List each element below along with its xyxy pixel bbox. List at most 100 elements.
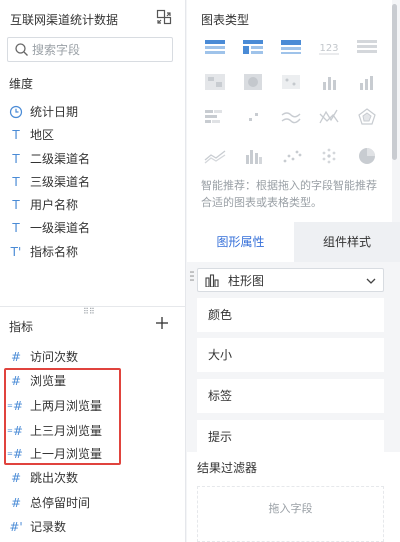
property-label: 标签: [208, 389, 233, 403]
dimension-item[interactable]: T 地区: [8, 124, 168, 146]
dimension-item[interactable]: T 二级渠道名: [8, 148, 168, 170]
hash-icon: #: [10, 496, 22, 510]
column-chart-icon[interactable]: [353, 71, 381, 93]
metrics-header: 指标: [9, 320, 34, 334]
chart-type-title: 图表类型: [201, 13, 250, 27]
hash-icon: #: [10, 471, 22, 485]
dimension-label: 指标名称: [30, 245, 79, 259]
dimension-label: 三级渠道名: [30, 175, 91, 189]
dataset-title: 互联网渠道统计数据: [10, 13, 119, 27]
bar-chart-icon: [205, 274, 219, 287]
map-point-icon[interactable]: [277, 71, 305, 93]
line-chart-icon[interactable]: [277, 106, 305, 128]
tab-component-style[interactable]: 组件样式: [294, 222, 400, 262]
dot-scatter-icon[interactable]: [277, 145, 305, 167]
add-metric-icon[interactable]: [154, 315, 170, 331]
metric-label: 上一月浏览量: [30, 447, 103, 461]
hash-compare-icon: =#: [7, 399, 23, 413]
dot-circle-icon[interactable]: [315, 145, 343, 167]
hash-icon: #: [10, 350, 22, 364]
search-icon: [15, 43, 28, 56]
property-tabs: 图形属性 组件样式: [187, 222, 400, 262]
metric-label: 记录数: [30, 520, 67, 534]
map-heat-icon[interactable]: [239, 71, 267, 93]
stacked-bar-icon[interactable]: [201, 106, 229, 128]
search-input[interactable]: [32, 40, 166, 59]
drag-dots-icon[interactable]: [190, 270, 194, 284]
drag-handle-icon[interactable]: ⠿⠿: [83, 308, 95, 316]
result-filter-title: 结果过滤器: [197, 461, 258, 475]
text-type-icon: T: [12, 198, 20, 212]
size-property[interactable]: 大小: [197, 338, 384, 372]
metric-item[interactable]: # 总停留时间: [8, 492, 168, 514]
clock-icon: [8, 104, 24, 123]
property-label: 提示: [208, 430, 233, 444]
text-calc-type-icon: T': [10, 245, 22, 259]
field-panel: 互联网渠道统计数据 维度 统计日期 T 地区 T 二级渠道名 T 三级渠道名 T…: [0, 0, 186, 542]
map-region-icon[interactable]: [201, 71, 229, 93]
table-icon[interactable]: [201, 36, 229, 58]
label-property[interactable]: 标签: [197, 379, 384, 413]
properties-panel: 图表类型 123 智能推荐：根据拖入的字段智能推荐合适的图表或表格类型。 图形属…: [187, 0, 400, 542]
bar-chart-icon[interactable]: [315, 71, 343, 93]
hash-icon: #: [10, 374, 22, 388]
drop-zone-placeholder: 拖入字段: [268, 502, 313, 515]
tab-graph-properties[interactable]: 图形属性: [187, 222, 294, 262]
metric-item[interactable]: =# 上两月浏览量: [7, 395, 168, 417]
dimensions-header: 维度: [9, 77, 34, 91]
dimension-label: 统计日期: [30, 105, 79, 119]
property-label: 颜色: [208, 308, 233, 322]
chart-type-section: 图表类型 123 智能推荐：根据拖入的字段智能推荐合适的图表或表格类型。: [187, 0, 392, 222]
dimension-label: 二级渠道名: [30, 152, 91, 166]
filter-drop-zone[interactable]: 拖入字段: [197, 486, 384, 542]
metric-label: 总停留时间: [30, 496, 91, 510]
pie-chart-icon[interactable]: [353, 145, 381, 167]
detail-list-icon[interactable]: [353, 36, 381, 58]
group-table-icon[interactable]: [277, 36, 305, 58]
dimension-label: 用户名称: [30, 198, 79, 212]
metric-item[interactable]: #' 记录数: [8, 516, 168, 538]
metric-item[interactable]: # 浏览量: [8, 370, 168, 392]
chevron-down-icon: [366, 278, 376, 284]
property-label: 大小: [208, 348, 233, 362]
dimension-label: 地区: [30, 128, 55, 142]
switch-dataset-icon[interactable]: [156, 9, 172, 25]
metric-label: 跳出次数: [30, 471, 79, 485]
grouped-column-icon[interactable]: [239, 145, 267, 167]
metric-label: 浏览量: [30, 374, 67, 388]
svg-text:123: 123: [319, 43, 338, 54]
chart-recommend-hint: 智能推荐：根据拖入的字段智能推荐合适的图表或表格类型。: [201, 179, 377, 209]
text-type-icon: T: [12, 175, 20, 189]
chart-type-select[interactable]: 柱形图: [197, 268, 384, 292]
hash-calc-icon: #': [9, 520, 23, 534]
metric-label: 上两月浏览量: [30, 399, 103, 413]
metric-item[interactable]: =# 上一月浏览量: [7, 443, 168, 465]
hash-compare-icon: =#: [7, 424, 23, 438]
dimension-item[interactable]: T 用户名称: [8, 194, 168, 216]
metric-item[interactable]: # 跳出次数: [8, 467, 168, 489]
kpi-123-icon[interactable]: 123: [315, 36, 343, 58]
radar-icon[interactable]: [353, 106, 381, 128]
metric-item[interactable]: # 访问次数: [8, 346, 168, 368]
chart-type-scrollbar[interactable]: [392, 4, 397, 160]
dimension-item[interactable]: 统计日期: [8, 101, 168, 123]
dimension-item[interactable]: T 一级渠道名: [8, 217, 168, 239]
dimension-item[interactable]: T' 指标名称: [8, 241, 168, 263]
cross-table-icon[interactable]: [239, 36, 267, 58]
area-chart-icon[interactable]: [201, 145, 229, 167]
text-type-icon: T: [12, 128, 20, 142]
color-property[interactable]: 颜色: [197, 298, 384, 332]
hash-compare-icon: =#: [7, 447, 23, 461]
chart-type-selected: 柱形图: [228, 274, 265, 288]
dimension-label: 一级渠道名: [30, 221, 91, 235]
metric-label: 上三月浏览量: [30, 424, 103, 438]
scatter-small-icon[interactable]: [239, 106, 267, 128]
metric-label: 访问次数: [30, 350, 79, 364]
metric-item[interactable]: =# 上三月浏览量: [7, 420, 168, 442]
dimension-item[interactable]: T 三级渠道名: [8, 171, 168, 193]
text-type-icon: T: [12, 221, 20, 235]
field-search[interactable]: [7, 37, 173, 62]
tooltip-property[interactable]: 提示: [197, 420, 384, 452]
radar-line-icon[interactable]: [315, 106, 343, 128]
text-type-icon: T: [12, 152, 20, 166]
